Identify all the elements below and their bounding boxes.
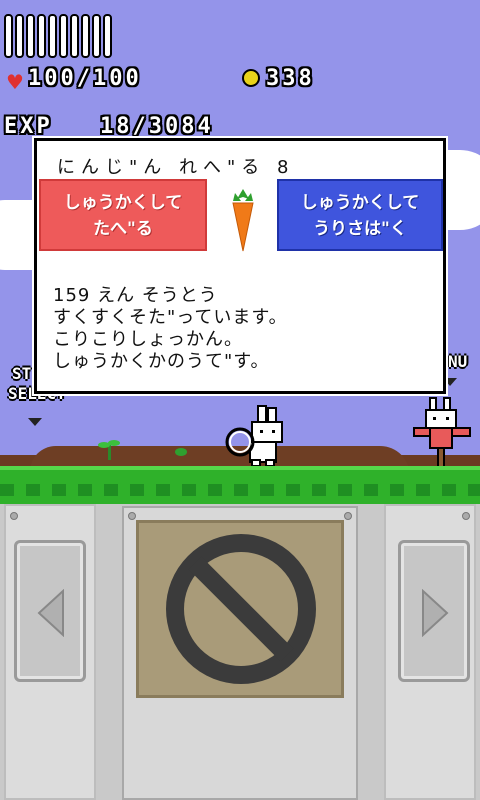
exp-value: 18/3084 (100, 114, 214, 139)
stamina-bar (48, 14, 57, 58)
select-arrow-icon (28, 418, 42, 426)
desc-line: 159 えん そうとう (53, 285, 218, 306)
desc-line: すくすくそた"っています。 (53, 307, 288, 328)
player-rabbit-sprite[interactable] (224, 404, 286, 468)
hp-value: 100/100 (28, 66, 142, 91)
stamina-bar (15, 14, 24, 58)
seed-sprout-icon (175, 448, 187, 456)
sell-button-line2: うりさは"く (313, 219, 407, 239)
crop-dialog: にんじ"ん れへ"る 8 しゅうかくして たへ"る しゅうかくして うりさは"く… (34, 138, 446, 394)
desc-line: しゅうかくかのうて"す。 (53, 351, 270, 372)
stamina-bar (59, 14, 68, 58)
exp-label: EXP (4, 114, 53, 139)
stamina-bar (70, 14, 79, 58)
stamina-bar (103, 14, 112, 58)
prohibited-icon (166, 534, 316, 684)
sell-button-line1: しゅうかくして (300, 193, 420, 213)
dialog-title: にんじ"ん れへ"る 8 (57, 157, 295, 178)
eat-button-line2: たへ"る (93, 219, 153, 239)
action-slot-button[interactable] (136, 520, 344, 698)
screw (10, 512, 18, 520)
grass-strip (0, 466, 480, 504)
menu-label[interactable]: NU (448, 352, 467, 372)
screw (128, 512, 136, 520)
stamina-bar (92, 14, 101, 58)
stamina-bars (4, 14, 122, 62)
coin-count: 338 (266, 66, 315, 91)
right-arrow-button[interactable] (398, 540, 470, 682)
harvest-eat-button[interactable]: しゅうかくして たへ"る (39, 179, 207, 251)
game-scene: ♥ 100/100 338 EXP 18/3084 ST SELECT NU (0, 0, 480, 800)
sprout-icon (98, 440, 120, 460)
desc-line: こりこりしょっかん。 (53, 329, 243, 350)
stamina-bar (81, 14, 90, 58)
coin-icon (242, 69, 260, 87)
stamina-bar (37, 14, 46, 58)
eat-button-line1: しゅうかくして (63, 193, 183, 213)
carrot-icon (232, 189, 254, 252)
arrow-left-icon (37, 589, 64, 637)
left-arrow-button[interactable] (14, 540, 86, 682)
screw (462, 512, 470, 520)
harvest-sell-button[interactable]: しゅうかくして うりさは"く (277, 179, 443, 251)
arrow-right-icon (422, 589, 449, 637)
stamina-bar (26, 14, 35, 58)
screw (344, 512, 352, 520)
stamina-bar (4, 14, 13, 58)
dialog-description: 159 えん そうとう すくすくそた"っています。 こりこりしょっかん。 しゅう… (53, 285, 433, 373)
scarecrow-sprite[interactable] (412, 396, 472, 470)
heart-icon: ♥ (6, 70, 24, 94)
